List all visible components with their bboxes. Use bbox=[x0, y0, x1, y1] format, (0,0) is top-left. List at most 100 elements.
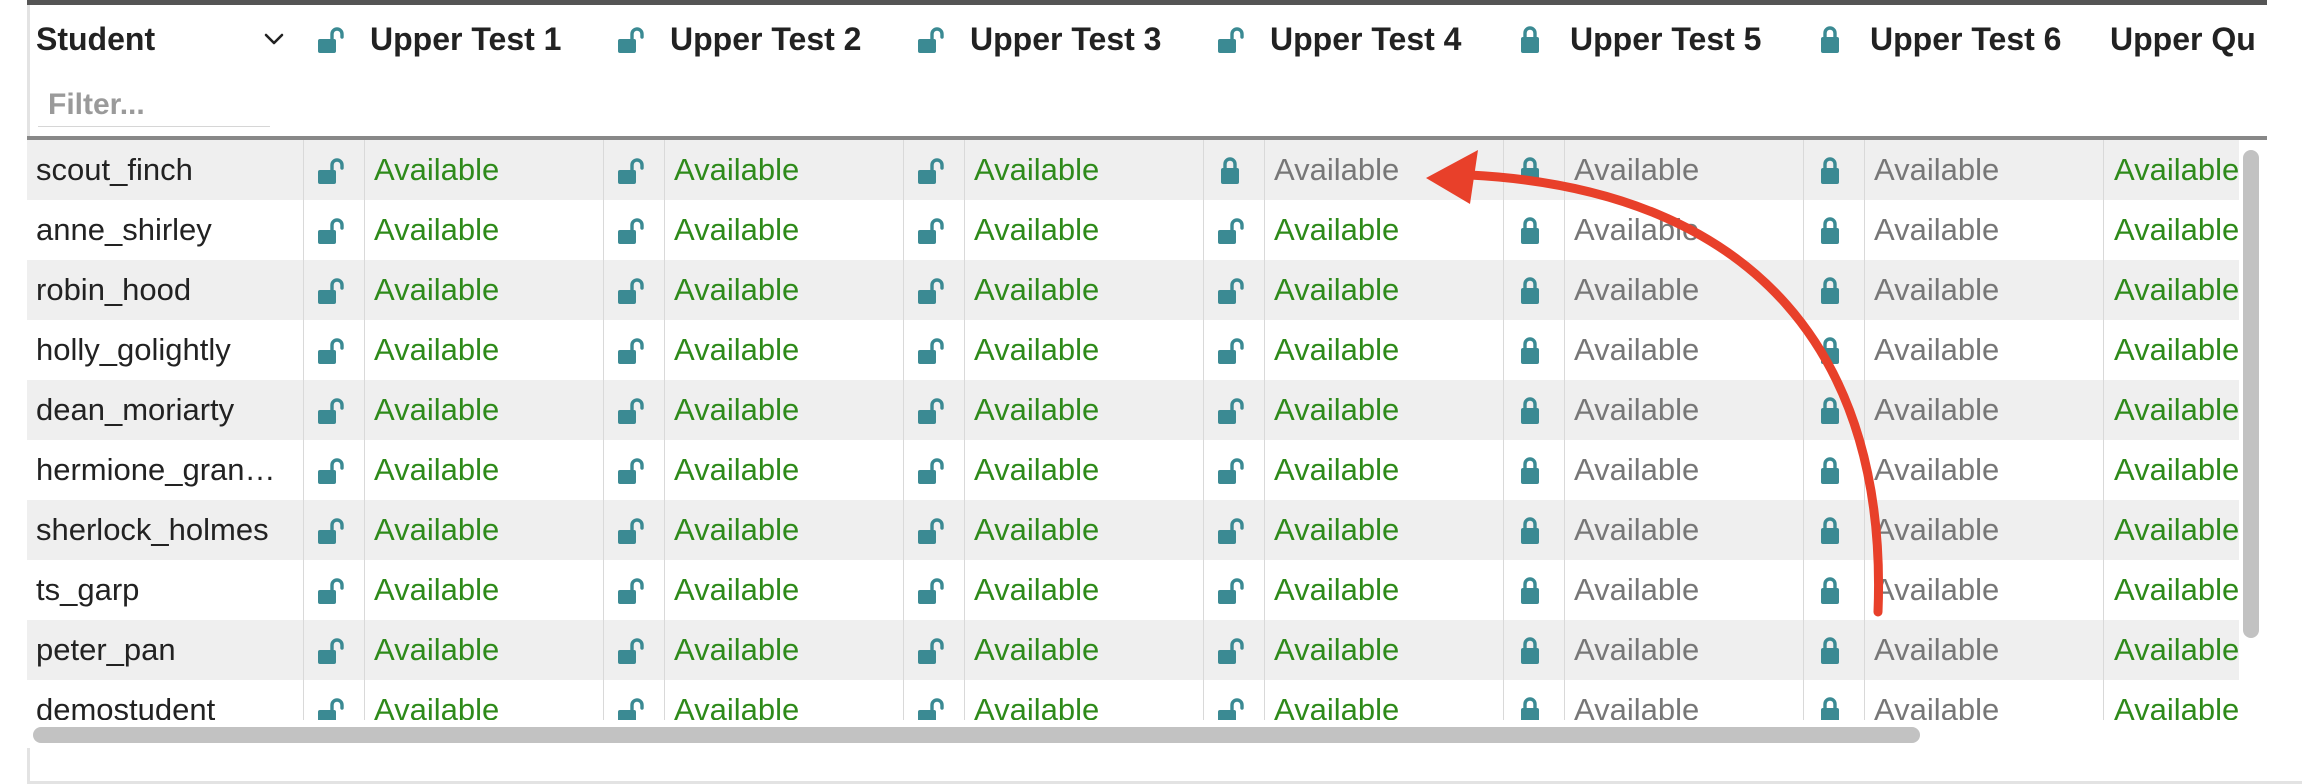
vertical-scrollbar-thumb[interactable] bbox=[2243, 150, 2259, 638]
availability-status-cell[interactable]: Available bbox=[1264, 440, 1504, 500]
availability-status-cell[interactable]: Available bbox=[664, 500, 904, 560]
availability-status-cell[interactable]: Available bbox=[2104, 560, 2239, 620]
lock-toggle-cell[interactable] bbox=[904, 140, 965, 200]
lock-toggle-cell[interactable] bbox=[1804, 680, 1865, 720]
availability-status-cell[interactable]: Available bbox=[1864, 320, 2104, 380]
lock-toggle-cell[interactable] bbox=[1504, 500, 1565, 560]
student-name-cell[interactable]: scout_finch bbox=[27, 140, 304, 200]
availability-status-cell[interactable]: Available bbox=[1264, 500, 1504, 560]
availability-status-cell[interactable]: Available bbox=[964, 380, 1204, 440]
availability-status-cell[interactable]: Available bbox=[1864, 680, 2104, 720]
unlock-icon[interactable] bbox=[916, 636, 948, 666]
lock-toggle-cell[interactable] bbox=[304, 680, 365, 720]
student-name-cell[interactable]: demostudent bbox=[27, 680, 304, 720]
availability-status-cell[interactable]: Available bbox=[1264, 260, 1504, 320]
lock-icon[interactable] bbox=[1816, 636, 1848, 666]
student-name-cell[interactable]: peter_pan bbox=[27, 620, 304, 680]
lock-toggle-cell[interactable] bbox=[1504, 260, 1565, 320]
test-column-header[interactable]: Upper Qu bbox=[2104, 5, 2267, 136]
lock-toggle-cell[interactable] bbox=[904, 440, 965, 500]
availability-status-cell[interactable]: Available bbox=[664, 620, 904, 680]
unlock-icon[interactable] bbox=[616, 25, 648, 55]
availability-status-cell[interactable]: Available bbox=[2104, 380, 2239, 440]
availability-status-cell[interactable]: Available bbox=[1564, 560, 1804, 620]
lock-icon[interactable] bbox=[1816, 276, 1848, 306]
availability-status-cell[interactable]: Available bbox=[1264, 200, 1504, 260]
lock-toggle-cell[interactable] bbox=[904, 380, 965, 440]
lock-toggle-cell[interactable] bbox=[304, 260, 365, 320]
unlock-icon[interactable] bbox=[616, 516, 648, 546]
lock-toggle-cell[interactable] bbox=[604, 500, 665, 560]
lock-toggle-cell[interactable] bbox=[1804, 440, 1865, 500]
horizontal-scrollbar-thumb[interactable] bbox=[33, 727, 1920, 743]
availability-status-cell[interactable]: Available bbox=[964, 440, 1204, 500]
unlock-icon[interactable] bbox=[616, 396, 648, 426]
lock-icon[interactable] bbox=[1516, 396, 1548, 426]
availability-status-cell[interactable]: Available bbox=[1264, 140, 1504, 200]
unlock-icon[interactable] bbox=[1216, 636, 1248, 666]
chevron-down-icon[interactable] bbox=[262, 27, 286, 51]
lock-toggle-cell[interactable] bbox=[1204, 560, 1265, 620]
lock-toggle-cell[interactable] bbox=[604, 680, 665, 720]
availability-status-cell[interactable]: Available bbox=[364, 260, 604, 320]
unlock-icon[interactable] bbox=[1216, 456, 1248, 486]
availability-status-cell[interactable]: Available bbox=[964, 620, 1204, 680]
availability-status-cell[interactable]: Available bbox=[1564, 140, 1804, 200]
lock-toggle-cell[interactable] bbox=[304, 320, 365, 380]
unlock-icon[interactable] bbox=[916, 576, 948, 606]
availability-status-cell[interactable]: Available bbox=[964, 200, 1204, 260]
availability-status-cell[interactable]: Available bbox=[2104, 320, 2239, 380]
unlock-icon[interactable] bbox=[316, 276, 348, 306]
student-name-cell[interactable]: sherlock_holmes bbox=[27, 500, 304, 560]
lock-icon[interactable] bbox=[1516, 216, 1548, 246]
student-name-cell[interactable]: hermione_gran… bbox=[27, 440, 304, 500]
availability-status-cell[interactable]: Available bbox=[1864, 260, 2104, 320]
lock-icon[interactable] bbox=[1816, 696, 1848, 720]
unlock-icon[interactable] bbox=[1216, 336, 1248, 366]
availability-status-cell[interactable]: Available bbox=[964, 680, 1204, 720]
lock-toggle-cell[interactable] bbox=[1504, 620, 1565, 680]
lock-icon[interactable] bbox=[1516, 696, 1548, 720]
unlock-icon[interactable] bbox=[316, 516, 348, 546]
lock-toggle-cell[interactable] bbox=[1804, 560, 1865, 620]
availability-status-cell[interactable]: Available bbox=[664, 380, 904, 440]
availability-status-cell[interactable]: Available bbox=[664, 140, 904, 200]
unlock-icon[interactable] bbox=[916, 276, 948, 306]
unlock-icon[interactable] bbox=[316, 696, 348, 720]
availability-status-cell[interactable]: Available bbox=[964, 260, 1204, 320]
availability-status-cell[interactable]: Available bbox=[364, 560, 604, 620]
unlock-icon[interactable] bbox=[316, 636, 348, 666]
unlock-icon[interactable] bbox=[916, 396, 948, 426]
availability-status-cell[interactable]: Available bbox=[664, 680, 904, 720]
lock-toggle-cell[interactable] bbox=[1204, 680, 1265, 720]
availability-status-cell[interactable]: Available bbox=[2104, 500, 2239, 560]
unlock-icon[interactable] bbox=[1216, 396, 1248, 426]
unlock-icon[interactable] bbox=[1216, 696, 1248, 720]
lock-toggle-cell[interactable] bbox=[1204, 140, 1265, 200]
availability-status-cell[interactable]: Available bbox=[2104, 260, 2239, 320]
unlock-icon[interactable] bbox=[616, 336, 648, 366]
unlock-icon[interactable] bbox=[616, 696, 648, 720]
lock-toggle-cell[interactable] bbox=[1504, 140, 1565, 200]
unlock-icon[interactable] bbox=[916, 516, 948, 546]
lock-toggle-cell[interactable] bbox=[904, 500, 965, 560]
student-filter-input[interactable] bbox=[38, 83, 270, 127]
availability-status-cell[interactable]: Available bbox=[364, 380, 604, 440]
lock-icon[interactable] bbox=[1816, 336, 1848, 366]
availability-status-cell[interactable]: Available bbox=[2104, 140, 2239, 200]
lock-icon[interactable] bbox=[1516, 25, 1548, 55]
lock-toggle-cell[interactable] bbox=[1204, 500, 1265, 560]
availability-status-cell[interactable]: Available bbox=[2104, 440, 2239, 500]
availability-status-cell[interactable]: Available bbox=[964, 320, 1204, 380]
availability-status-cell[interactable]: Available bbox=[1564, 320, 1804, 380]
test-column-header[interactable]: Upper Test 1 bbox=[304, 5, 604, 136]
lock-icon[interactable] bbox=[1816, 156, 1848, 186]
unlock-icon[interactable] bbox=[316, 216, 348, 246]
lock-toggle-cell[interactable] bbox=[304, 620, 365, 680]
lock-toggle-cell[interactable] bbox=[904, 200, 965, 260]
availability-status-cell[interactable]: Available bbox=[364, 140, 604, 200]
unlock-icon[interactable] bbox=[316, 25, 348, 55]
unlock-icon[interactable] bbox=[1216, 576, 1248, 606]
unlock-icon[interactable] bbox=[916, 156, 948, 186]
lock-toggle-cell[interactable] bbox=[1504, 320, 1565, 380]
